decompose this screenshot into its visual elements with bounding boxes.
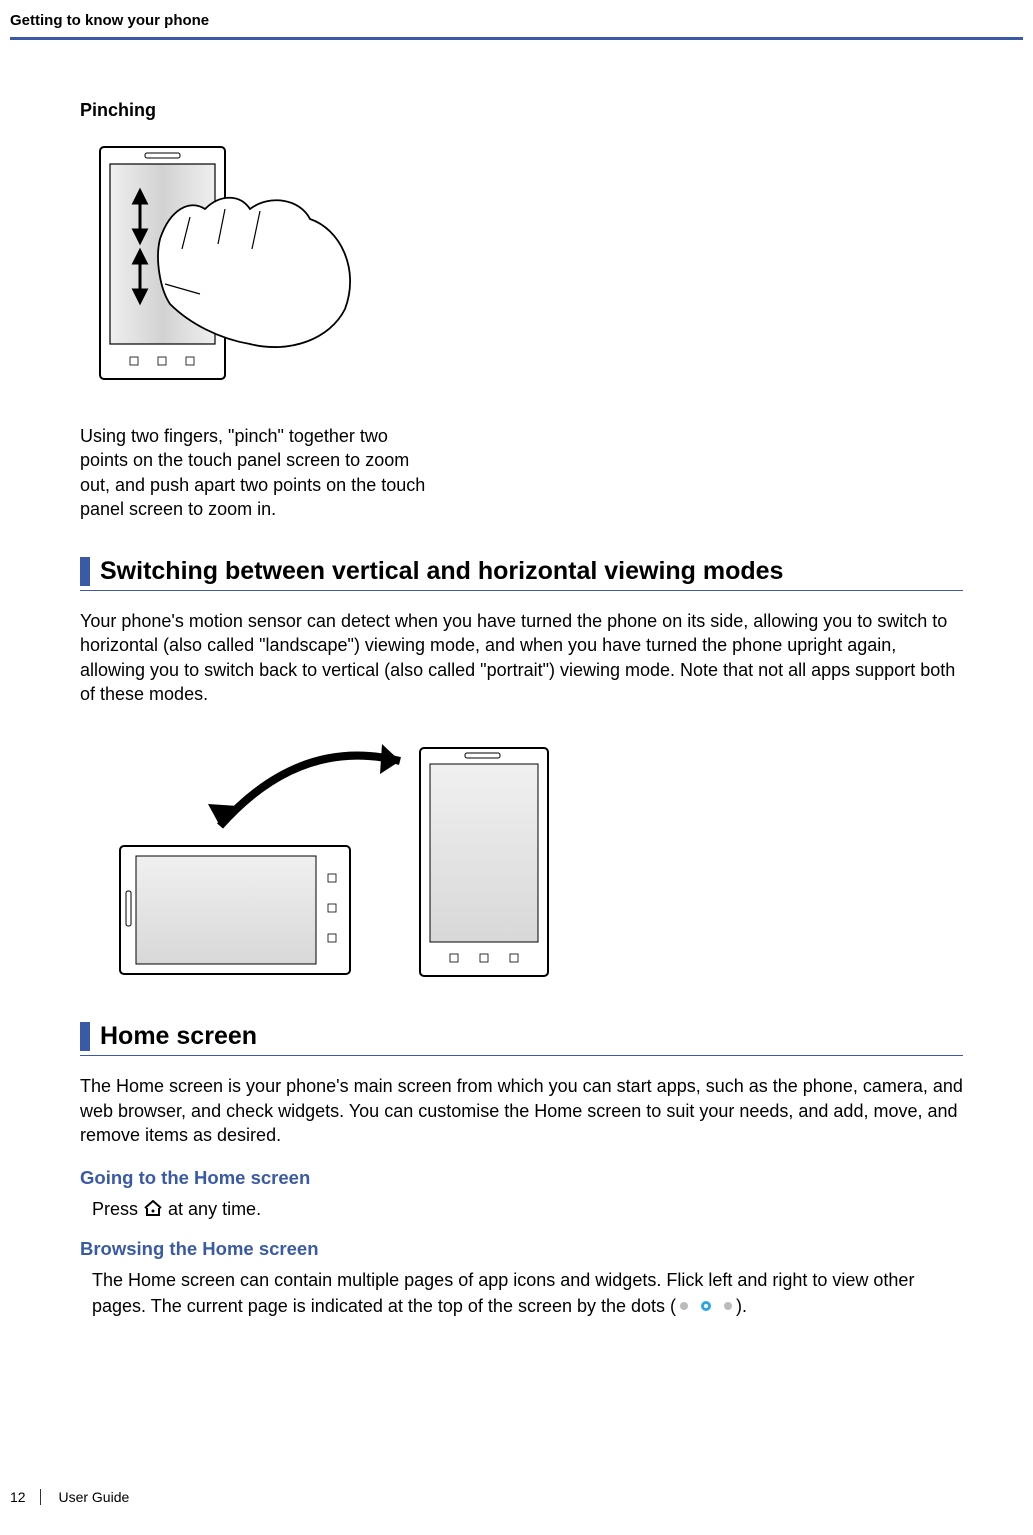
section-divider bbox=[80, 1055, 963, 1056]
running-header: Getting to know your phone bbox=[10, 0, 1023, 37]
page-footer: 12 User Guide bbox=[10, 1489, 129, 1505]
browsing-home-heading: Browsing the Home screen bbox=[80, 1238, 963, 1260]
going-home-suffix: at any time. bbox=[168, 1199, 261, 1219]
pinching-illustration bbox=[90, 139, 963, 394]
pinching-caption: Using two fingers, "pinch" together two … bbox=[80, 424, 440, 521]
home-intro: The Home screen is your phone's main scr… bbox=[80, 1074, 963, 1147]
section-divider bbox=[80, 590, 963, 591]
browsing-home-suffix: ). bbox=[736, 1296, 747, 1316]
dots-indicator-icon bbox=[678, 1294, 734, 1319]
going-home-prefix: Press bbox=[92, 1199, 143, 1219]
browsing-home-prefix: The Home screen can contain multiple pag… bbox=[92, 1270, 914, 1315]
switching-body: Your phone's motion sensor can detect wh… bbox=[80, 609, 963, 706]
page-number: 12 bbox=[10, 1489, 41, 1505]
header-divider bbox=[10, 37, 1023, 40]
browsing-home-body: The Home screen can contain multiple pag… bbox=[92, 1268, 963, 1319]
guide-label: User Guide bbox=[58, 1489, 129, 1505]
home-icon bbox=[143, 1199, 163, 1224]
switching-heading: Switching between vertical and horizonta… bbox=[80, 557, 963, 586]
going-home-body: Press at any time. bbox=[92, 1197, 963, 1224]
orientation-illustration bbox=[100, 726, 963, 986]
going-home-heading: Going to the Home screen bbox=[80, 1167, 963, 1189]
home-heading: Home screen bbox=[80, 1022, 963, 1051]
pinching-label: Pinching bbox=[80, 100, 963, 121]
